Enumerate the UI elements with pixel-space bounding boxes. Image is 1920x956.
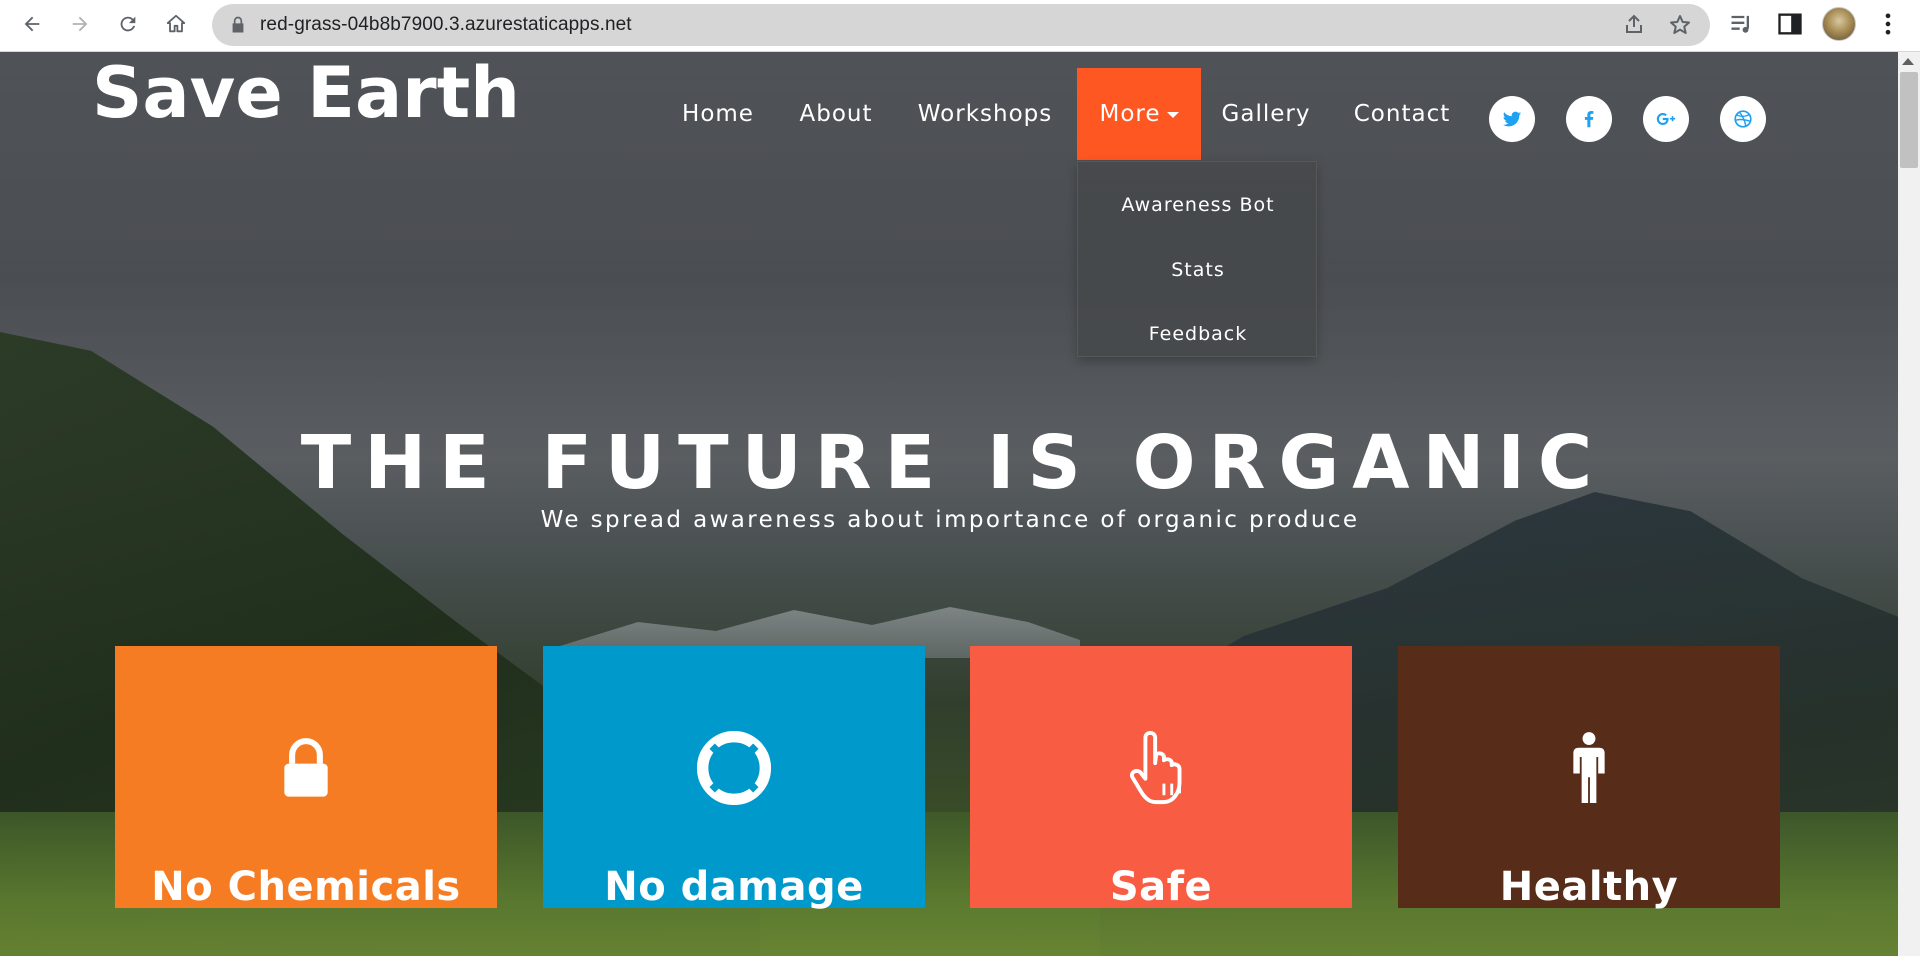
dropdown-item-stats[interactable]: Stats — [1078, 259, 1318, 281]
lifebuoy-icon — [696, 730, 772, 806]
twitter-link[interactable] — [1489, 96, 1535, 142]
scroll-up-arrow-icon[interactable] — [1902, 58, 1914, 65]
side-panel-icon[interactable] — [1776, 10, 1804, 38]
url-text: red-grass-04b8b7900.3.azurestaticapps.ne… — [260, 14, 632, 35]
browser-toolbar: red-grass-04b8b7900.3.azurestaticapps.ne… — [0, 0, 1920, 52]
feature-label: No damage — [604, 864, 864, 910]
address-bar[interactable]: red-grass-04b8b7900.3.azurestaticapps.ne… — [212, 4, 1710, 46]
dribbble-link[interactable] — [1720, 96, 1766, 142]
hero-title: THE FUTURE IS ORGANIC — [300, 420, 1606, 506]
reload-button[interactable] — [110, 6, 146, 42]
media-icon[interactable] — [1728, 10, 1756, 38]
feature-label: Safe — [1109, 864, 1213, 910]
feature-icon-wrap — [1398, 728, 1780, 808]
hero-subtitle: We spread awareness about importance of … — [540, 507, 1360, 533]
person-icon — [1573, 732, 1605, 803]
feature-icon-wrap — [970, 728, 1352, 808]
facebook-icon — [1584, 111, 1594, 128]
feature-card-safe[interactable]: Safe — [970, 646, 1352, 910]
forward-arrow-icon — [72, 16, 88, 32]
feature-icon-wrap — [115, 728, 497, 808]
twitter-icon — [1502, 111, 1522, 127]
google-plus-link[interactable] — [1643, 96, 1689, 142]
share-icon[interactable] — [1622, 13, 1646, 37]
nav-workshops[interactable]: Workshops — [905, 68, 1065, 160]
nav-home[interactable]: Home — [666, 68, 770, 160]
feature-label: No Chemicals — [151, 864, 461, 910]
home-button[interactable] — [158, 6, 194, 42]
menu-kebab-icon[interactable] — [1874, 10, 1902, 38]
site-brand[interactable]: Save Earth — [92, 58, 520, 128]
nav-more-label: More — [1099, 101, 1161, 127]
profile-avatar[interactable] — [1822, 7, 1856, 41]
dropdown-item-awareness-bot[interactable]: Awareness Bot — [1078, 194, 1318, 216]
pointing-hand-icon — [1130, 730, 1182, 805]
feature-card-no-damage[interactable]: No damage — [543, 646, 925, 910]
feature-card-no-chemicals[interactable]: No Chemicals — [115, 646, 497, 910]
nav-contact[interactable]: Contact — [1346, 68, 1458, 160]
home-icon — [166, 14, 186, 33]
lock-icon — [284, 738, 328, 797]
facebook-link[interactable] — [1566, 96, 1612, 142]
hero-section: Save Earth Home About Workshops More Gal… — [0, 52, 1898, 956]
dropdown-item-feedback[interactable]: Feedback — [1078, 323, 1318, 345]
scrollbar-thumb[interactable] — [1900, 72, 1918, 168]
reload-icon — [120, 16, 136, 32]
feature-label: Healthy — [1499, 864, 1679, 910]
dribbble-icon — [1734, 110, 1752, 128]
feature-card-healthy[interactable]: Healthy — [1398, 646, 1780, 910]
forward-button[interactable] — [62, 6, 98, 42]
nav-about[interactable]: About — [786, 68, 886, 160]
caret-down-icon — [1166, 112, 1179, 118]
star-icon[interactable] — [1668, 13, 1692, 37]
nav-more[interactable]: More — [1077, 68, 1201, 160]
more-dropdown-menu: Awareness Bot Stats Feedback — [1077, 161, 1317, 357]
lock-icon — [232, 16, 244, 33]
feature-icon-wrap — [543, 728, 925, 808]
page-scrollbar[interactable] — [1898, 52, 1920, 956]
back-arrow-icon — [24, 16, 40, 32]
back-button[interactable] — [14, 6, 50, 42]
google-plus-icon — [1656, 113, 1676, 125]
nav-gallery[interactable]: Gallery — [1212, 68, 1320, 160]
